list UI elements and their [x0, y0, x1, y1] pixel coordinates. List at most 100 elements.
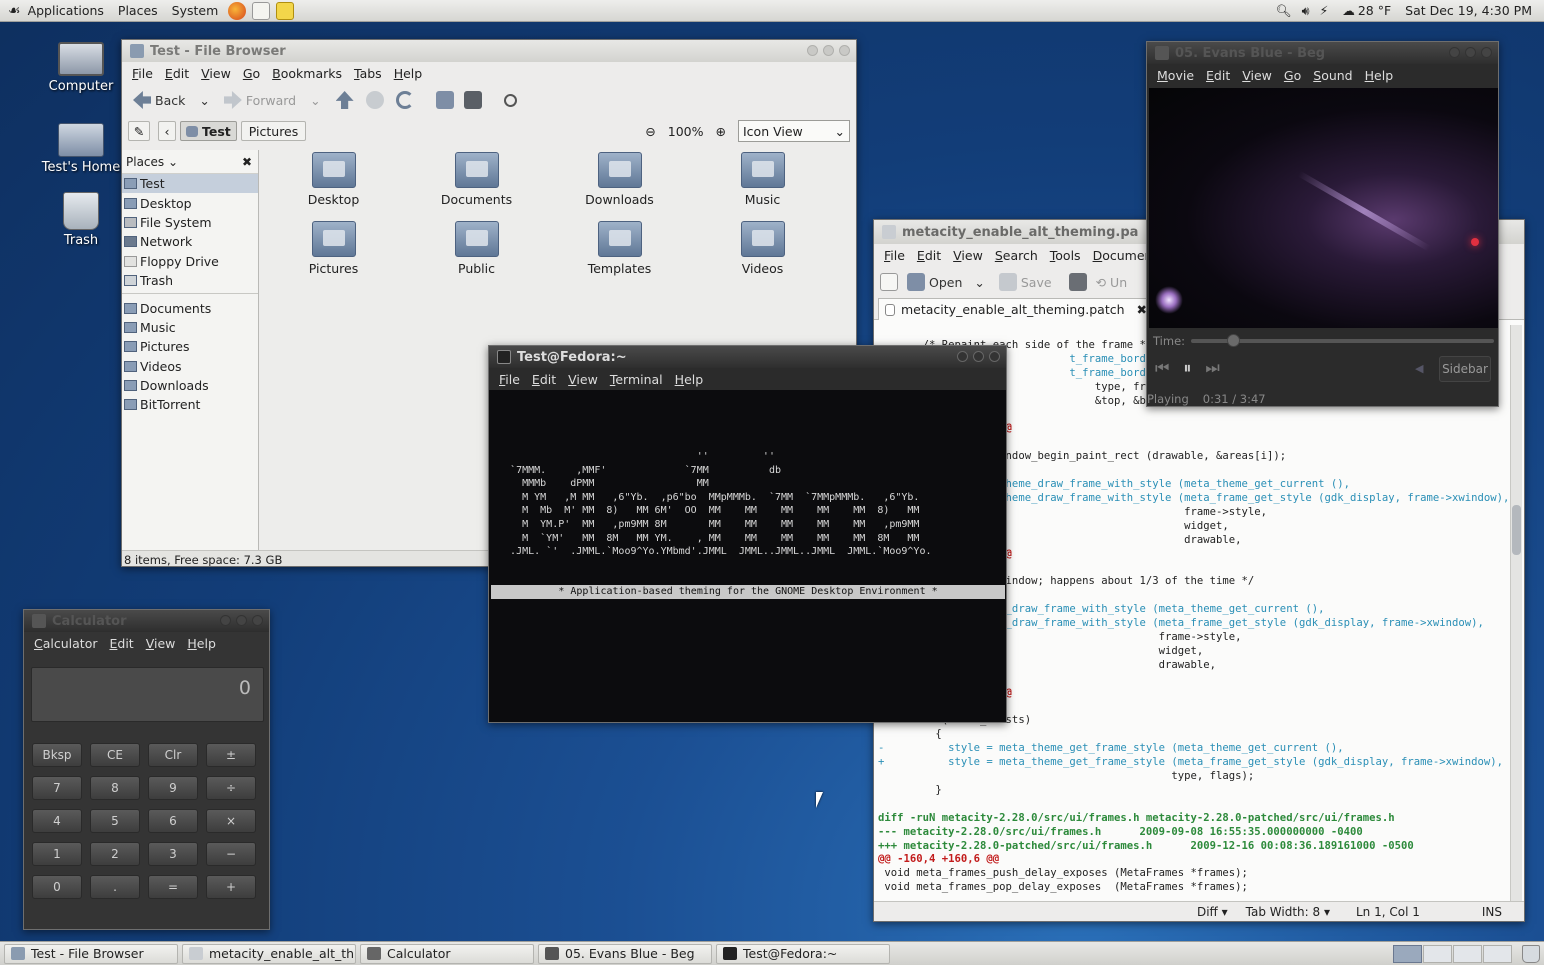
- menu-go[interactable]: Go: [237, 66, 266, 81]
- calc-button-7[interactable]: 7: [32, 776, 82, 800]
- bookmark-videos[interactable]: Videos: [122, 357, 258, 376]
- maximize-button[interactable]: [823, 45, 834, 56]
- seek-thumb[interactable]: [1227, 334, 1241, 347]
- menu-view[interactable]: View: [1236, 68, 1278, 83]
- calc-button-plus[interactable]: +: [206, 875, 256, 899]
- new-document-icon[interactable]: [880, 273, 898, 291]
- calc-button-0[interactable]: 0: [32, 875, 82, 899]
- reload-icon[interactable]: [395, 91, 414, 109]
- calc-button-decimal[interactable]: .: [90, 875, 140, 899]
- file-item[interactable]: Templates: [548, 221, 691, 276]
- desktop-icon-home[interactable]: Test's Home: [41, 123, 121, 175]
- calculator-titlebar[interactable]: Calculator: [24, 610, 269, 632]
- volume-icon[interactable]: 🔊︎: [1302, 3, 1310, 19]
- file-item[interactable]: Pictures: [262, 221, 405, 276]
- close-button[interactable]: [839, 45, 850, 56]
- workspace-4[interactable]: [1483, 944, 1512, 963]
- workspace-1[interactable]: [1393, 944, 1422, 963]
- close-sidebar-icon[interactable]: ✖: [242, 155, 258, 169]
- menu-terminal[interactable]: Terminal: [604, 372, 669, 387]
- menu-applications[interactable]: Applications: [21, 3, 111, 18]
- terminal-titlebar[interactable]: Test@Fedora:~: [489, 346, 1006, 368]
- minimize-button[interactable]: [807, 45, 818, 56]
- menu-view[interactable]: View: [947, 248, 989, 263]
- menu-help[interactable]: Help: [181, 636, 222, 651]
- task-terminal[interactable]: Test@Fedora:~: [716, 943, 890, 964]
- chevron-down-icon[interactable]: ⌄: [974, 275, 984, 290]
- calc-button-8[interactable]: 8: [90, 776, 140, 800]
- crumb-test[interactable]: Test: [180, 121, 237, 141]
- menu-view[interactable]: View: [562, 372, 604, 387]
- task-calculator[interactable]: Calculator: [360, 943, 534, 964]
- tab-width-select[interactable]: Tab Width: 8 ▾: [1246, 905, 1330, 919]
- close-button[interactable]: [989, 351, 1000, 362]
- view-select[interactable]: Icon View ⌄: [738, 120, 850, 142]
- menu-tabs[interactable]: Tabs: [348, 66, 388, 81]
- file-item[interactable]: Downloads: [548, 152, 691, 207]
- workspace-2[interactable]: [1423, 944, 1452, 963]
- menu-help[interactable]: Help: [1359, 68, 1400, 83]
- workspace-switcher[interactable]: [1393, 944, 1512, 963]
- calc-button-equals[interactable]: =: [148, 875, 198, 899]
- file-item[interactable]: Videos: [691, 221, 834, 276]
- scrollbar-thumb[interactable]: [1512, 505, 1521, 555]
- zoom-out-icon[interactable]: ⊖: [645, 124, 655, 139]
- undo-button[interactable]: ⟲ Un: [1091, 273, 1133, 292]
- clock[interactable]: Sat Dec 19, 4:30 PM: [1405, 3, 1532, 18]
- desktop-icon-computer[interactable]: Computer: [41, 42, 121, 94]
- terminal-output[interactable]: '' '' `7MMM. ,MMF' `7MM db MMMb dPMM MM …: [489, 390, 1006, 722]
- calc-button-2[interactable]: 2: [90, 842, 140, 866]
- menu-view[interactable]: View: [195, 66, 237, 81]
- zoom-in-icon[interactable]: ⊕: [716, 124, 726, 139]
- menu-go[interactable]: Go: [1278, 68, 1307, 83]
- minimize-button[interactable]: [220, 615, 231, 626]
- movie-player-titlebar[interactable]: 05. Evans Blue - Beg: [1147, 42, 1498, 64]
- foot-icon[interactable]: ☙: [8, 3, 21, 19]
- chevron-down-icon[interactable]: ⌄: [199, 93, 209, 108]
- open-button[interactable]: Open ⌄: [902, 271, 990, 293]
- file-item[interactable]: Desktop: [262, 152, 405, 207]
- trash-applet-icon[interactable]: [1522, 944, 1540, 963]
- calc-button-multiply[interactable]: ×: [206, 809, 256, 833]
- places-dropdown[interactable]: Places ⌄: [126, 155, 178, 169]
- menu-view[interactable]: View: [140, 636, 182, 651]
- menu-tools[interactable]: Tools: [1044, 248, 1087, 263]
- minimize-button[interactable]: [1449, 47, 1460, 58]
- previous-icon[interactable]: ⏮︎: [1155, 358, 1169, 378]
- back-button[interactable]: Back ⌄: [128, 89, 215, 111]
- bookmark-pictures[interactable]: Pictures: [122, 337, 258, 356]
- menu-movie[interactable]: Movie: [1151, 68, 1200, 83]
- menu-edit[interactable]: Edit: [103, 636, 139, 651]
- menu-search[interactable]: Search: [989, 248, 1044, 263]
- video-area[interactable]: [1149, 88, 1498, 328]
- network-icon[interactable]: ⚡︎: [1320, 3, 1329, 18]
- close-button[interactable]: [252, 615, 263, 626]
- language-select[interactable]: Diff ▾: [1197, 905, 1228, 919]
- bookmark-bittorrent[interactable]: BitTorrent: [122, 395, 258, 414]
- menu-file[interactable]: File: [493, 372, 526, 387]
- vertical-scrollbar[interactable]: [1510, 325, 1522, 903]
- sidebar-item-test[interactable]: Test: [122, 174, 258, 194]
- computer-icon[interactable]: [463, 91, 482, 109]
- task-gedit[interactable]: metacity_enable_alt_th...: [182, 943, 356, 964]
- home-icon[interactable]: [435, 91, 454, 109]
- sidebar-item-trash[interactable]: Trash: [122, 271, 258, 290]
- menu-edit[interactable]: Edit: [526, 372, 562, 387]
- calc-button-4[interactable]: 4: [32, 809, 82, 833]
- menu-help[interactable]: Help: [388, 66, 429, 81]
- menu-edit[interactable]: Edit: [159, 66, 195, 81]
- sidebar-button[interactable]: Sidebar: [1439, 356, 1491, 382]
- menu-calculator[interactable]: Calculator: [28, 636, 103, 651]
- sidebar-item-desktop[interactable]: Desktop: [122, 193, 258, 212]
- up-arrow-icon[interactable]: [335, 91, 354, 109]
- calc-button-1[interactable]: 1: [32, 842, 82, 866]
- menu-bookmarks[interactable]: Bookmarks: [266, 66, 348, 81]
- bookmark-downloads[interactable]: Downloads: [122, 376, 258, 395]
- firefox-icon[interactable]: [228, 1, 247, 20]
- calc-button-minus[interactable]: −: [206, 842, 256, 866]
- calc-button-3[interactable]: 3: [148, 842, 198, 866]
- calculator-display[interactable]: 0: [31, 667, 264, 722]
- pause-icon[interactable]: ⏸︎: [1183, 358, 1191, 378]
- print-icon[interactable]: [1068, 273, 1087, 291]
- task-movie-player[interactable]: 05. Evans Blue - Beg: [538, 943, 712, 964]
